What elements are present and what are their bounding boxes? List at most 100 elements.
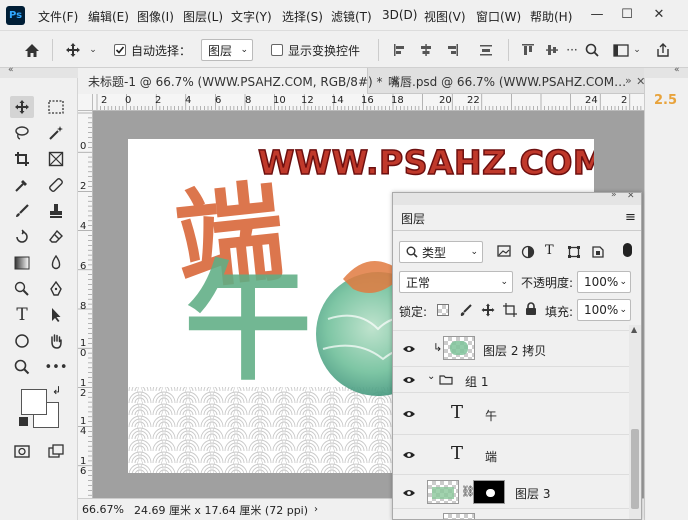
brush-tool-icon[interactable] [10,200,34,222]
menu-file[interactable]: 文件(F) [38,8,78,25]
lock-brush-icon[interactable] [459,303,473,317]
menu-layer[interactable]: 图层(L) [183,8,223,25]
align-left-icon[interactable] [392,40,408,60]
menu-edit[interactable]: 编辑(E) [88,8,129,25]
tab-document-1[interactable]: 未标题-1 @ 66.7% (WWW.PSAHZ.COM, RGB/8#) * … [78,68,400,94]
visibility-eye-icon[interactable] [401,342,417,356]
zoom-tool-icon[interactable] [10,356,34,378]
chevron-down-icon[interactable]: ⌄ [427,371,435,382]
align-right-icon[interactable] [444,40,460,60]
gradient-tool-icon[interactable] [10,252,34,274]
more-tools-icon[interactable]: ••• [44,356,68,378]
healing-brush-icon[interactable] [44,174,68,196]
filter-pixel-icon[interactable] [497,245,511,257]
screen-mode-icon[interactable] [44,440,68,462]
magic-wand-icon[interactable] [44,122,68,144]
layer-mask-thumbnail[interactable] [473,480,505,504]
menu-image[interactable]: 图像(I) [137,8,174,25]
lock-all-icon[interactable] [525,302,537,316]
filter-smart-object-icon[interactable] [591,245,605,259]
menu-type[interactable]: 文字(Y) [231,8,272,25]
lock-transparent-icon[interactable] [437,304,449,316]
menu-filter[interactable]: 滤镜(T) [331,8,372,25]
collapse-left-icon[interactable]: « [8,65,14,75]
align-top-icon[interactable] [520,40,536,60]
stamp-tool-icon[interactable] [44,200,68,222]
collapse-right-icon[interactable]: « [674,65,680,75]
filter-adjustment-icon[interactable] [521,245,535,259]
marquee-tool-icon[interactable] [44,96,68,118]
swap-colors-icon[interactable]: ↲ [52,384,61,397]
more-icon[interactable]: ··· [566,40,578,60]
minimize-button[interactable]: — [584,4,610,24]
chevron-down-icon[interactable]: ⌄ [88,40,98,60]
ellipse-tool-icon[interactable] [10,330,34,352]
layer-name[interactable]: 午 [485,407,497,424]
history-brush-icon[interactable] [10,226,34,248]
filter-toggle-icon[interactable] [623,243,632,257]
pen-tool-icon[interactable] [44,278,68,300]
version-value[interactable]: 2.5 [654,93,677,108]
default-colors-icon[interactable] [19,417,28,426]
layer-row[interactable]: ↳ 图层 2 拷贝 [393,331,629,367]
align-vcenter-icon[interactable] [544,40,560,60]
scrollbar-thumb[interactable] [631,429,639,509]
hand-tool-icon[interactable] [44,330,68,352]
lock-artboard-icon[interactable] [503,303,517,317]
layer-filter-dropdown[interactable]: 类型 ⌄ [399,241,483,263]
visibility-eye-icon[interactable] [401,407,417,421]
chevron-right-icon[interactable]: › [314,504,318,515]
visibility-eye-icon[interactable] [401,486,417,500]
share-icon[interactable] [654,40,672,60]
fill-field[interactable]: 100% ⌄ [577,299,631,321]
frame-tool-icon[interactable] [44,148,68,170]
panel-menu-icon[interactable]: ≡ [625,210,636,225]
show-transform-checkbox[interactable] [271,44,283,56]
blend-mode-dropdown[interactable]: 正常 ⌄ [399,271,513,293]
lasso-tool-icon[interactable] [10,122,34,144]
filter-type-icon[interactable]: T [545,243,554,258]
chevron-down-icon[interactable]: ⌄ [632,40,642,60]
close-panel-icon[interactable]: ✕ [627,193,635,201]
align-hcenter-icon[interactable] [418,40,434,60]
opacity-field[interactable]: 100% ⌄ [577,271,631,293]
tab-document-2[interactable]: 嘴唇.psd @ 66.7% (WWW.PSAHZ.COM… ✕ [378,68,645,94]
auto-select-target-dropdown[interactable]: 图层 ⌄ [201,39,253,61]
scroll-up-icon[interactable]: ▲ [631,325,637,334]
visibility-eye-icon[interactable] [401,373,417,387]
layer-row[interactable]: T 端 [393,435,629,475]
search-icon[interactable] [584,40,600,60]
layer-name[interactable]: 图层 3 [515,485,550,502]
eraser-tool-icon[interactable] [44,226,68,248]
menu-3d[interactable]: 3D(D) [382,8,417,22]
layer-row[interactable]: ⛓ 图层 3 [393,475,629,509]
foreground-color-swatch[interactable] [21,389,47,415]
lock-position-icon[interactable] [481,303,495,317]
auto-select-checkbox[interactable] [114,44,126,56]
maximize-button[interactable]: ☐ [614,4,640,24]
layers-scrollbar[interactable]: ▲ [629,325,641,519]
crop-tool-icon[interactable] [10,148,34,170]
layer-group-row[interactable]: ⌄ 组 1 [393,367,629,393]
blur-tool-icon[interactable] [44,252,68,274]
workspace-icon[interactable] [612,40,630,60]
quick-mask-icon[interactable] [10,440,34,462]
menu-window[interactable]: 窗口(W) [476,8,521,25]
layer-name[interactable]: 端 [485,448,497,465]
move-tool-icon[interactable] [10,96,34,118]
visibility-eye-icon[interactable] [401,448,417,462]
menu-view[interactable]: 视图(V) [424,8,466,25]
close-window-button[interactable]: ✕ [646,4,672,24]
home-icon[interactable] [22,40,42,60]
dodge-tool-icon[interactable] [10,278,34,300]
type-tool-icon[interactable]: T [10,304,34,326]
zoom-level[interactable]: 66.67% [82,503,124,516]
eyedropper-icon[interactable] [10,174,34,196]
filter-shape-icon[interactable] [567,245,581,259]
layer-row[interactable]: T 午 [393,393,629,435]
layer-name[interactable]: 图层 2 拷贝 [483,342,546,359]
more-tabs-icon[interactable]: » [625,74,632,87]
move-tool-icon[interactable] [62,40,84,60]
distribute-icon[interactable] [478,40,494,60]
menu-select[interactable]: 选择(S) [282,8,323,25]
